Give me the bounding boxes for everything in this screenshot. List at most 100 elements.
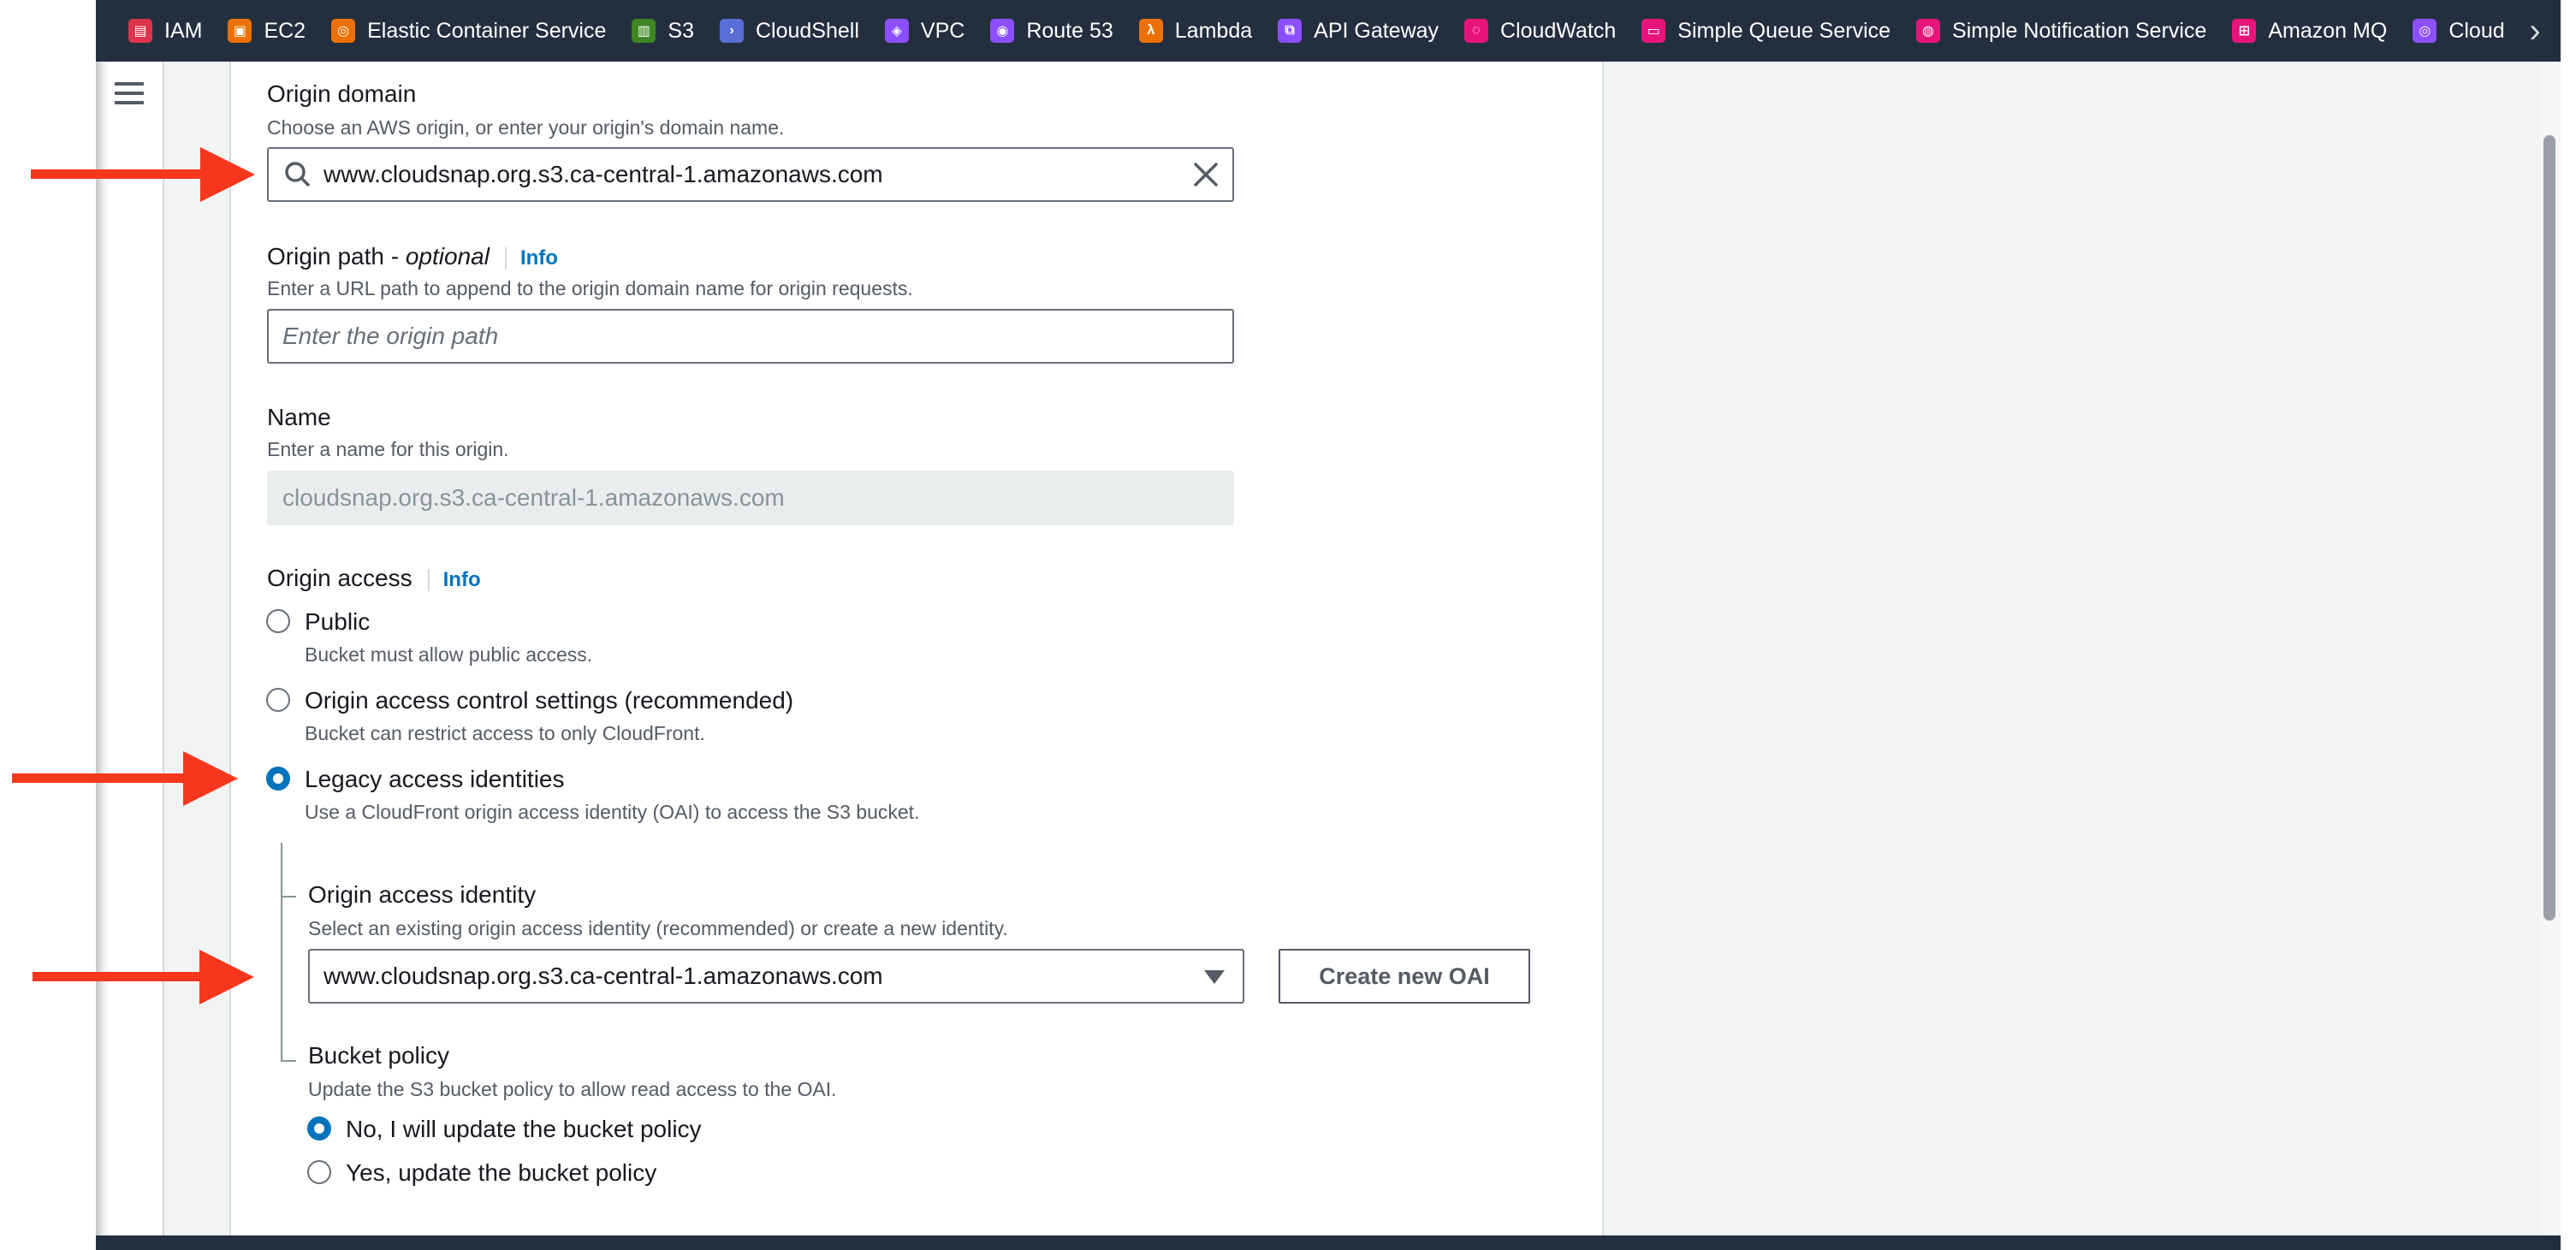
- oai-select-value: www.cloudsnap.org.s3.ca-central-1.amazon…: [323, 963, 883, 989]
- route53-icon: ◉: [990, 19, 1015, 43]
- name-value: cloudsnap.org.s3.ca-central-1.amazonaws.…: [282, 484, 785, 511]
- origin-access-label-text: Origin access: [267, 565, 413, 591]
- oai-select[interactable]: www.cloudsnap.org.s3.ca-central-1.amazon…: [308, 949, 1244, 1004]
- service-label: Simple Notification Service: [1952, 18, 2207, 43]
- annotation-arrow-icon: [33, 950, 254, 1004]
- api-gateway-icon: ⧉: [1278, 19, 1303, 43]
- service-shortcut-iam[interactable]: ▤ IAM: [128, 0, 202, 62]
- origin-domain-label: Origin domain: [267, 80, 417, 107]
- lambda-icon: λ: [1138, 19, 1163, 43]
- service-shortcut-lambda[interactable]: λ Lambda: [1138, 0, 1253, 62]
- service-shortcut-ecs[interactable]: ◎ Elastic Container Service: [331, 0, 606, 62]
- info-separator: [427, 568, 430, 591]
- service-label: API Gateway: [1314, 18, 1439, 43]
- clear-icon[interactable]: [1191, 160, 1220, 189]
- service-label: Amazon MQ: [2268, 18, 2388, 43]
- service-shortcut-amazon-mq[interactable]: ⊞ Amazon MQ: [2232, 0, 2387, 62]
- info-separator: [504, 246, 507, 270]
- name-description: Enter a name for this origin.: [267, 438, 509, 460]
- cloud-icon: ◎: [2413, 19, 2437, 43]
- origin-path-info-link[interactable]: Info: [520, 246, 558, 270]
- side-navigation: [96, 62, 164, 1235]
- name-label: Name: [267, 404, 331, 430]
- sqs-icon: ▭: [1641, 19, 1666, 43]
- amazon-mq-icon: ⊞: [2232, 19, 2257, 43]
- service-shortcut-api-gateway[interactable]: ⧉ API Gateway: [1278, 0, 1439, 62]
- service-label: Cloud: [2448, 18, 2505, 43]
- page: ▤ IAM ▣ EC2 ◎ Elastic Container Service …: [0, 0, 2576, 1250]
- annotation-arrow-icon: [12, 751, 238, 806]
- radio-public-label[interactable]: Public: [305, 608, 370, 636]
- annotation-arrow-icon: [31, 147, 255, 202]
- right-whitespace: [1604, 62, 2561, 1235]
- service-label: Route 53: [1026, 18, 1113, 43]
- service-shortcut-route53[interactable]: ◉ Route 53: [990, 0, 1113, 62]
- service-shortcut-bar: ▤ IAM ▣ EC2 ◎ Elastic Container Service …: [96, 0, 2561, 62]
- service-shortcut-sqs[interactable]: ▭ Simple Queue Service: [1641, 0, 1890, 62]
- origin-access-info-link[interactable]: Info: [443, 568, 481, 591]
- service-shortcut-cloud[interactable]: ◎ Cloud: [2413, 0, 2505, 62]
- cloudwatch-icon: ◌: [1464, 19, 1489, 43]
- service-label: CloudShell: [755, 18, 859, 43]
- service-label: CloudWatch: [1500, 18, 1617, 43]
- iam-icon: ▤: [128, 19, 152, 43]
- bottom-footer-bar: [96, 1235, 2561, 1250]
- s3-icon: ▥: [632, 19, 656, 43]
- radio-yes-update-bucket-policy-label[interactable]: Yes, update the bucket policy: [346, 1159, 656, 1187]
- service-shortcut-cloudshell[interactable]: › CloudShell: [719, 0, 859, 62]
- radio-legacy-access-identities-description: Use a CloudFront origin access identity …: [305, 801, 920, 823]
- name-input[interactable]: cloudsnap.org.s3.ca-central-1.amazonaws.…: [267, 471, 1234, 525]
- expanded-section-tick: [281, 896, 296, 898]
- expanded-section-tick: [281, 1060, 296, 1062]
- oai-label: Origin access identity: [308, 881, 537, 908]
- scrollbar-thumb[interactable]: [2543, 135, 2555, 921]
- origin-domain-input[interactable]: www.cloudsnap.org.s3.ca-central-1.amazon…: [267, 147, 1234, 202]
- radio-public-description: Bucket must allow public access.: [305, 643, 593, 666]
- create-new-oai-button[interactable]: Create new OAI: [1279, 949, 1530, 1004]
- expanded-section-line: [281, 843, 282, 1061]
- vpc-icon: ◈: [884, 19, 909, 43]
- service-label: IAM: [164, 18, 203, 43]
- service-label: S3: [668, 18, 694, 43]
- origin-path-placeholder: Enter the origin path: [282, 323, 499, 349]
- service-shortcut-ec2[interactable]: ▣ EC2: [228, 0, 306, 62]
- radio-origin-access-control-description: Bucket can restrict access to only Cloud…: [305, 722, 705, 744]
- origin-path-label-text: Origin path -: [267, 243, 406, 270]
- radio-origin-access-control-label[interactable]: Origin access control settings (recommen…: [305, 687, 793, 714]
- caret-down-icon: [1204, 970, 1225, 984]
- ec2-icon: ▣: [228, 19, 252, 43]
- service-label: EC2: [264, 18, 306, 43]
- radio-no-update-bucket-policy[interactable]: [307, 1117, 331, 1140]
- radio-no-update-bucket-policy-label[interactable]: No, I will update the bucket policy: [346, 1116, 702, 1143]
- radio-legacy-access-identities-label[interactable]: Legacy access identities: [305, 766, 565, 793]
- radio-yes-update-bucket-policy[interactable]: [307, 1160, 331, 1184]
- service-label: Lambda: [1174, 18, 1253, 43]
- origin-path-description: Enter a URL path to append to the origin…: [267, 277, 913, 299]
- origin-path-label: Origin path - optional Info: [267, 243, 558, 270]
- origin-path-optional: optional: [405, 243, 490, 270]
- oai-description: Select an existing origin access identit…: [308, 917, 1008, 939]
- bucket-policy-label: Bucket policy: [308, 1042, 449, 1069]
- service-label: Elastic Container Service: [367, 18, 607, 43]
- origin-domain-value: www.cloudsnap.org.s3.ca-central-1.amazon…: [323, 161, 883, 187]
- service-shortcut-sns[interactable]: ◍ Simple Notification Service: [1916, 0, 2206, 62]
- ecs-icon: ◎: [331, 19, 356, 43]
- origin-path-input[interactable]: Enter the origin path: [267, 309, 1234, 364]
- hamburger-menu-icon[interactable]: [115, 82, 144, 104]
- search-icon: [285, 162, 310, 187]
- right-margin: [2561, 0, 2576, 1250]
- service-label: VPC: [920, 18, 965, 43]
- content-gutter: [164, 62, 231, 1235]
- service-shortcut-vpc[interactable]: ◈ VPC: [884, 0, 965, 62]
- service-shortcut-s3[interactable]: ▥ S3: [632, 0, 694, 62]
- chevron-right-icon[interactable]: ›: [2509, 0, 2561, 62]
- service-label: Simple Queue Service: [1677, 18, 1891, 43]
- cloudshell-icon: ›: [719, 19, 744, 43]
- origin-access-label: Origin access Info: [267, 565, 481, 592]
- sns-icon: ◍: [1916, 19, 1941, 43]
- service-shortcut-cloudwatch[interactable]: ◌ CloudWatch: [1464, 0, 1616, 62]
- radio-public[interactable]: [266, 609, 290, 633]
- radio-legacy-access-identities[interactable]: [266, 767, 290, 791]
- bucket-policy-description: Update the S3 bucket policy to allow rea…: [308, 1078, 837, 1100]
- radio-origin-access-control[interactable]: [266, 688, 290, 712]
